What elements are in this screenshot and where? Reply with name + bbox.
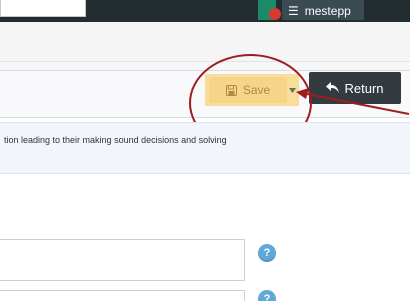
save-button-label: Save [242, 83, 271, 97]
notification-badge [269, 8, 281, 20]
hamburger-icon: ☰ [288, 4, 299, 18]
sub-header-bar [0, 22, 410, 62]
user-menu-label: mestepp [304, 4, 351, 18]
save-options-dropdown[interactable] [288, 84, 296, 96]
reply-arrow-icon [326, 81, 340, 96]
help-icon-2[interactable]: ? [258, 290, 276, 301]
text-input-field[interactable] [0, 239, 245, 281]
info-panel [0, 122, 410, 174]
save-button[interactable]: Save [209, 77, 287, 103]
return-button-label: Return [344, 80, 384, 96]
info-description-text: tion leading to their making sound decis… [4, 135, 227, 145]
return-button[interactable]: Return [309, 72, 401, 104]
user-menu-button[interactable]: ☰ mestepp [282, 0, 364, 20]
floppy-disk-icon [225, 84, 237, 96]
text-input-field-2[interactable] [0, 290, 245, 301]
caret-down-icon [288, 87, 296, 93]
help-icon[interactable]: ? [258, 244, 276, 262]
top-search-field[interactable] [0, 0, 86, 17]
